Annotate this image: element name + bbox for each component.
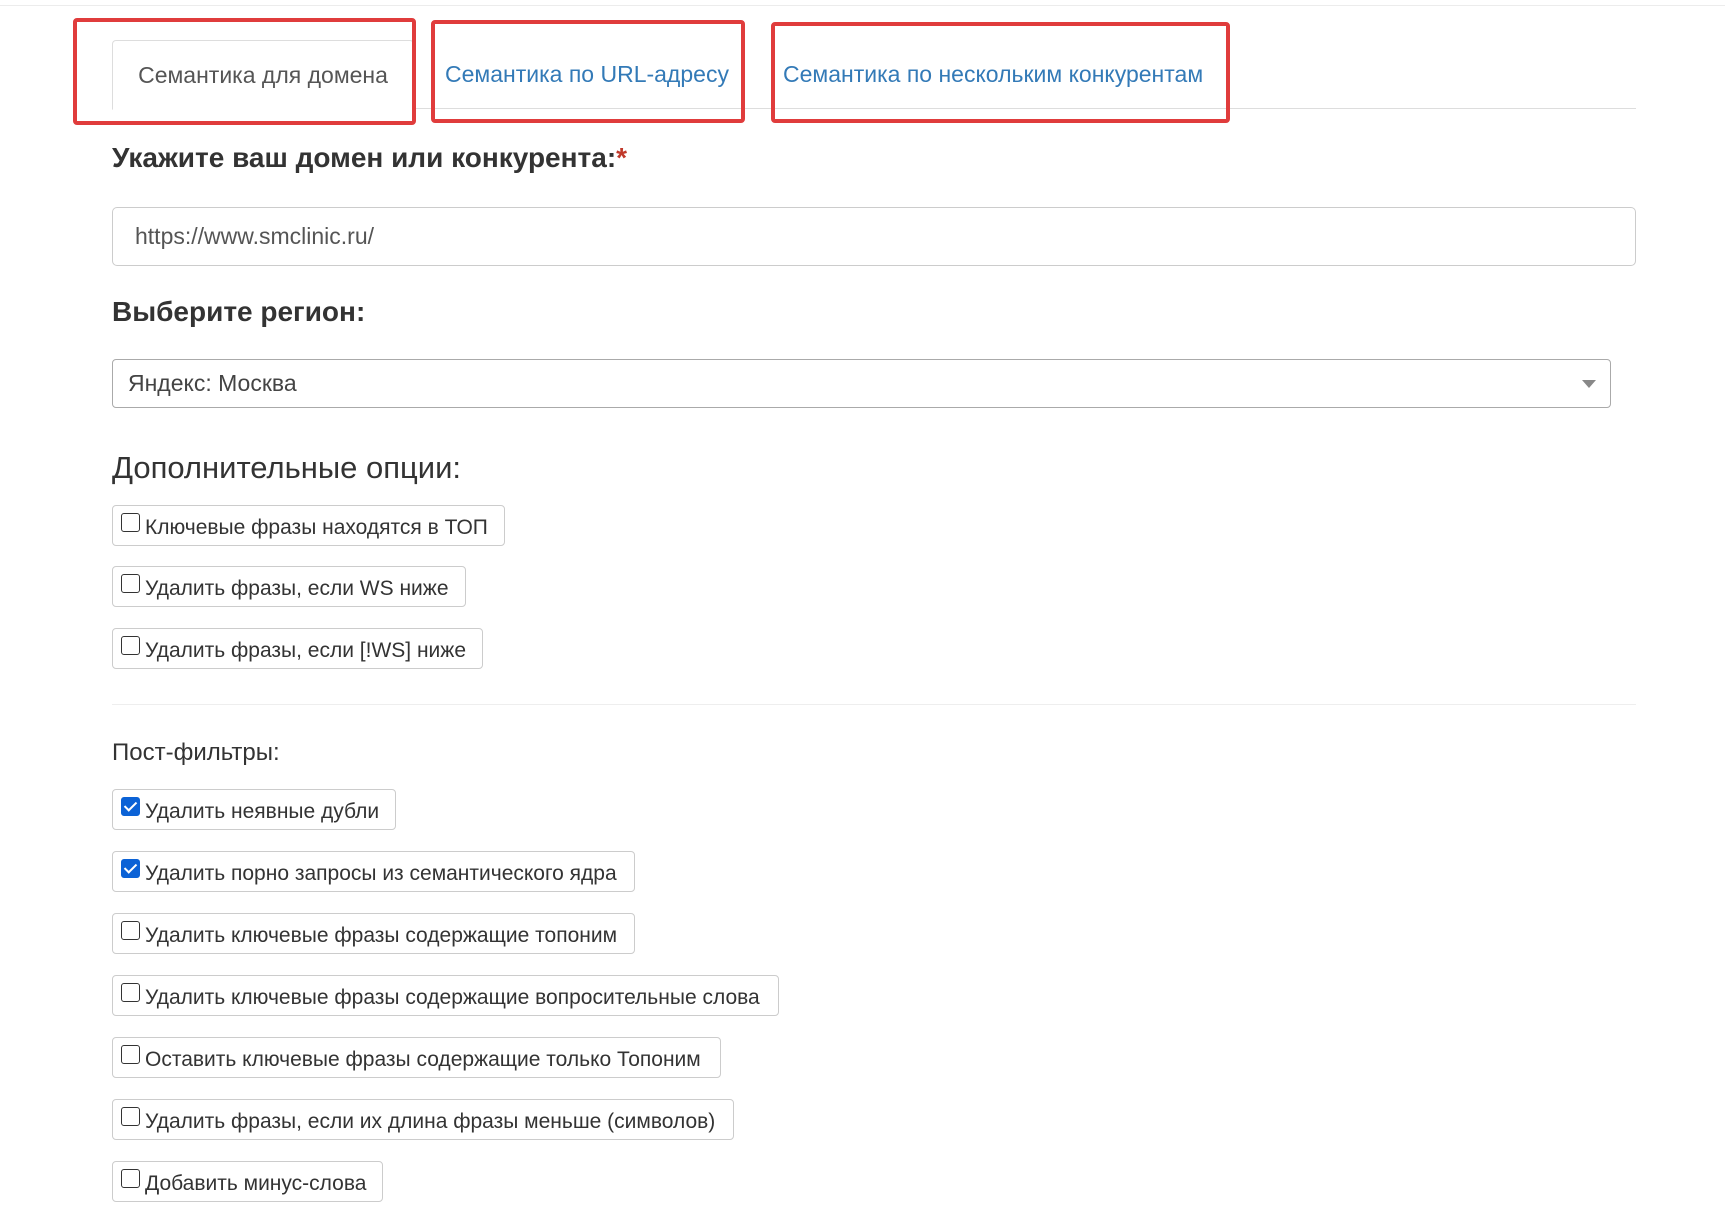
checkbox[interactable] [121,1169,140,1188]
checkbox[interactable] [121,574,140,593]
checkbox[interactable] [121,636,140,655]
postfilter-option[interactable]: Удалить ключевые фразы содержащие топони… [112,913,635,954]
checkbox[interactable] [121,983,140,1002]
tab-competitors-semantics[interactable]: Семантика по нескольким конкурентам [783,40,1203,108]
postfilter-option-label: Оставить ключевые фразы содержащие тольк… [145,1047,701,1071]
extra-option[interactable]: Удалить фразы, если WS ниже [112,566,466,607]
tab-domain-semantics[interactable]: Семантика для домена [112,40,414,110]
domain-input[interactable] [112,207,1636,266]
postfilter-option-label: Удалить ключевые фразы содержащие топони… [145,923,618,947]
tab-bar: Семантика для домена Семантика по URL-ад… [112,40,1636,110]
checkbox[interactable] [121,1107,140,1126]
domain-field-label: Укажите ваш домен или конкурента:* [112,142,627,174]
required-asterisk: * [616,142,628,173]
checkbox-checked[interactable] [121,859,140,878]
postfilter-option-label: Удалить ключевые фразы содержащие вопрос… [145,985,760,1009]
postfilter-option[interactable]: Удалить порно запросы из семантического … [112,851,635,892]
extra-option-label: Ключевые фразы находятся в ТОП [145,515,488,539]
section-divider [112,704,1636,705]
postfilter-option[interactable]: Добавить минус-слова [112,1161,383,1202]
checkbox-checked[interactable] [121,797,140,816]
postfilter-option-label: Удалить порно запросы из семантического … [145,861,617,885]
checkbox[interactable] [121,921,140,940]
extra-option[interactable]: Ключевые фразы находятся в ТОП [112,505,505,546]
postfilter-option[interactable]: Оставить ключевые фразы содержащие тольк… [112,1037,721,1078]
checkbox[interactable] [121,513,140,532]
tab-url-semantics[interactable]: Семантика по URL-адресу [445,40,729,108]
top-rule [0,0,1725,6]
checkbox[interactable] [121,1045,140,1064]
postfilter-option[interactable]: Удалить ключевые фразы содержащие вопрос… [112,975,779,1016]
extra-option[interactable]: Удалить фразы, если [!WS] ниже [112,628,483,669]
postfilter-option-label: Удалить неявные дубли [145,799,380,823]
region-select[interactable]: Яндекс: Москва [112,359,1611,408]
extra-option-label: Удалить фразы, если WS ниже [145,576,449,600]
region-select-value: Яндекс: Москва [128,370,297,396]
extra-option-label: Удалить фразы, если [!WS] ниже [145,638,467,662]
extra-options-title: Дополнительные опции: [112,450,462,485]
chevron-down-icon [1582,380,1596,388]
domain-label-text: Укажите ваш домен или конкурента: [112,142,617,173]
region-field-label: Выберите регион: [112,296,366,327]
page: Семантика для домена Семантика по URL-ад… [0,0,1725,1228]
postfilter-option-label: Удалить фразы, если их длина фразы меньш… [145,1109,716,1133]
postfilter-option[interactable]: Удалить фразы, если их длина фразы меньш… [112,1099,734,1140]
postfilter-option-label: Добавить минус-слова [145,1171,367,1195]
postfilters-title: Пост-фильтры: [112,739,280,766]
postfilter-option[interactable]: Удалить неявные дубли [112,789,396,830]
